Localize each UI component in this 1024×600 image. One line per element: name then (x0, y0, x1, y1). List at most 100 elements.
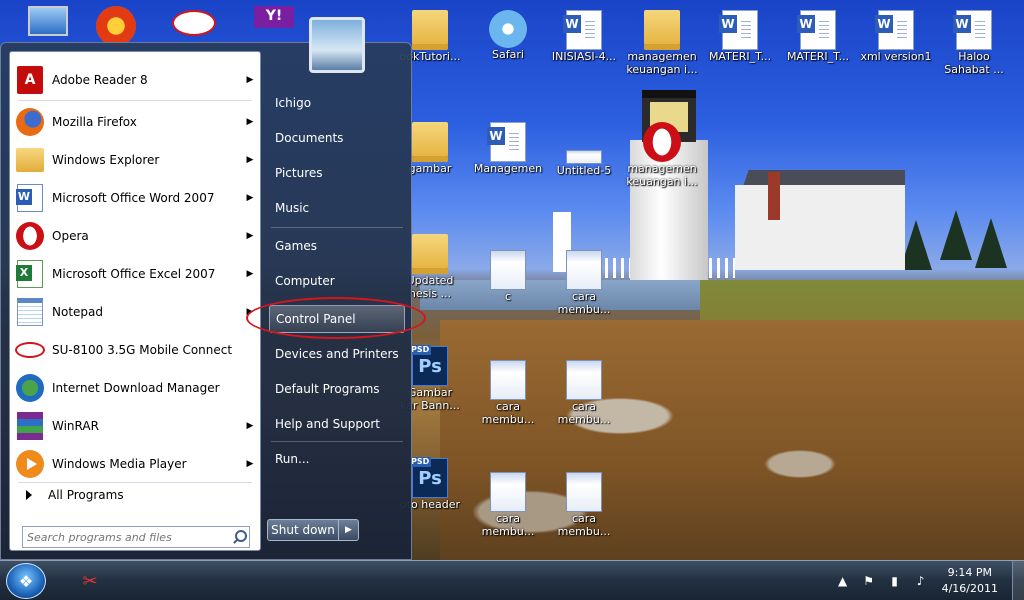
wallpaper-tree (940, 210, 972, 260)
submenu-arrow-icon[interactable]: ▶ (242, 307, 258, 317)
desktop-icon-cara-5[interactable]: cara membu... (546, 472, 622, 538)
start-menu-programs-pane: A Adobe Reader 8 ▶ Mozilla Firefox ▶ Win… (9, 51, 261, 551)
excel-icon (16, 260, 43, 288)
opera-icon (16, 222, 44, 250)
desktop-icon-cara-1[interactable]: cara membu... (546, 250, 622, 316)
desktop-icon-cara-3[interactable]: cara membu... (546, 360, 622, 426)
right-separator (271, 227, 403, 228)
psd-icon: PSD Ps (409, 345, 448, 386)
submenu-arrow-icon[interactable]: ▶ (242, 231, 258, 241)
wallpaper-tree (975, 218, 1007, 268)
desktop-icon-c[interactable]: c (470, 250, 546, 303)
desktop-icon-computer[interactable] (10, 6, 86, 36)
desktop-icon-managemen-doc[interactable]: Managemen (470, 122, 546, 175)
program-firefox[interactable]: Mozilla Firefox ▶ (12, 104, 258, 140)
desktop-icon-cara-4[interactable]: cara membu... (470, 472, 546, 538)
word-doc-icon (953, 10, 992, 50)
programs-separator (18, 100, 252, 101)
wallpaper-chimney (768, 172, 780, 220)
start-item-run[interactable]: Run... (269, 445, 405, 473)
screenshot-icon (490, 250, 526, 290)
program-windows-explorer[interactable]: Windows Explorer ▶ (12, 142, 258, 178)
folder-icon (644, 10, 680, 50)
submenu-arrow-icon[interactable]: ▶ (242, 269, 258, 279)
shutdown-button[interactable]: Shut down (267, 519, 339, 541)
desktop-icon-burner[interactable] (78, 6, 154, 46)
program-mobile-connect[interactable]: SU-8100 3.5G Mobile Connect (12, 332, 258, 368)
desktop-icon-xml[interactable]: xml version1 (858, 10, 934, 63)
program-opera[interactable]: Opera ▶ (12, 218, 258, 254)
screenshot-icon (566, 360, 602, 400)
desktop-icon-haloo[interactable]: Haloo Sahabat ... (936, 10, 1012, 76)
user-picture[interactable] (309, 17, 365, 73)
folder-icon (412, 10, 448, 50)
start-item-computer[interactable]: Computer (269, 267, 405, 295)
start-item-games[interactable]: Games (269, 232, 405, 260)
submenu-arrow-icon[interactable]: ▶ (242, 459, 258, 469)
program-word[interactable]: Microsoft Office Word 2007 ▶ (12, 180, 258, 216)
submenu-arrow-icon[interactable]: ▶ (242, 421, 258, 431)
search-programs-box[interactable] (22, 526, 250, 548)
submenu-arrow-icon[interactable]: ▶ (242, 193, 258, 203)
submenu-arrow-icon[interactable]: ▶ (242, 155, 258, 165)
search-input[interactable] (23, 528, 231, 546)
start-item-user-folder[interactable]: Ichigo (269, 89, 405, 117)
program-idm[interactable]: Internet Download Manager (12, 370, 258, 406)
program-adobe-reader[interactable]: A Adobe Reader 8 ▶ (12, 62, 258, 98)
start-item-control-panel[interactable]: Control Panel (269, 305, 405, 333)
desktop-icon-materi-2[interactable]: MATERI_T... (780, 10, 856, 63)
clock-time: 9:14 PM (947, 566, 992, 579)
taskbar: ❖ ✂ ▲ ⚑ ▮ ♪ 9:14 PM 4/16/2011 (0, 560, 1024, 600)
psd-icon: PSD Ps (409, 457, 448, 498)
program-winrar[interactable]: WinRAR ▶ (12, 408, 258, 444)
desktop-icon-materi-1[interactable]: MATERI_T... (702, 10, 778, 63)
windows-logo-icon: ❖ (18, 571, 34, 591)
show-hidden-icons-icon[interactable]: ▲ (834, 572, 852, 590)
screenshot-icon (566, 150, 602, 164)
start-item-devices-printers[interactable]: Devices and Printers (269, 340, 405, 368)
programs-separator (18, 482, 252, 483)
shutdown-options-arrow-icon[interactable]: ▶ (339, 519, 359, 541)
submenu-arrow-icon[interactable]: ▶ (242, 117, 258, 127)
opera-icon (643, 122, 681, 162)
program-excel[interactable]: Microsoft Office Excel 2007 ▶ (12, 256, 258, 292)
show-desktop-button[interactable] (1012, 561, 1024, 600)
taskbar-pinned-snipping-tool[interactable]: ✂ (70, 565, 110, 597)
submenu-arrow-icon[interactable]: ▶ (242, 75, 258, 85)
taskbar-clock[interactable]: 9:14 PM 4/16/2011 (942, 565, 998, 597)
program-media-player[interactable]: Windows Media Player ▶ (12, 446, 258, 482)
volume-icon[interactable]: ♪ (912, 572, 930, 590)
desktop-icon-managemen-folder[interactable]: managemen keuangan i... (624, 10, 700, 76)
start-button[interactable]: ❖ (6, 563, 46, 599)
start-item-default-programs[interactable]: Default Programs (269, 375, 405, 403)
scissors-icon: ✂ (82, 570, 98, 592)
start-item-pictures[interactable]: Pictures (269, 159, 405, 187)
media-player-icon (16, 450, 44, 478)
start-item-documents[interactable]: Documents (269, 124, 405, 152)
search-icon[interactable] (231, 528, 249, 546)
expand-arrow-icon (26, 490, 32, 500)
action-center-flag-icon[interactable]: ⚑ (860, 572, 878, 590)
desktop-icon-cara-2[interactable]: cara membu... (470, 360, 546, 426)
idm-icon (16, 374, 44, 402)
word-doc-icon (487, 122, 526, 162)
desktop-icon-managemen-opera[interactable]: managemen keuangan i... (624, 122, 700, 188)
start-item-music[interactable]: Music (269, 194, 405, 222)
word-doc-icon (875, 10, 914, 50)
desktop-icon-safari[interactable]: Safari (470, 10, 546, 61)
screenshot-icon (490, 472, 526, 512)
desktop-icon-inisiasi[interactable]: INISIASI-4... (546, 10, 622, 63)
desktop-icon-yahoo[interactable]: Y! (236, 6, 312, 28)
windows-explorer-icon (16, 148, 44, 172)
screenshot-icon (566, 250, 602, 290)
start-item-help-support[interactable]: Help and Support (269, 410, 405, 438)
desktop-icon-untitled[interactable]: Untitled-5 (546, 150, 622, 177)
safari-icon (489, 10, 527, 48)
word-doc-icon (563, 10, 602, 50)
program-notepad[interactable]: Notepad ▶ (12, 294, 258, 330)
folder-icon (412, 234, 448, 274)
network-signal-icon[interactable]: ▮ (886, 572, 904, 590)
all-programs-button[interactable]: All Programs (18, 484, 258, 506)
desktop-icon-mobile-connect[interactable] (156, 10, 232, 36)
screenshot-icon (566, 472, 602, 512)
